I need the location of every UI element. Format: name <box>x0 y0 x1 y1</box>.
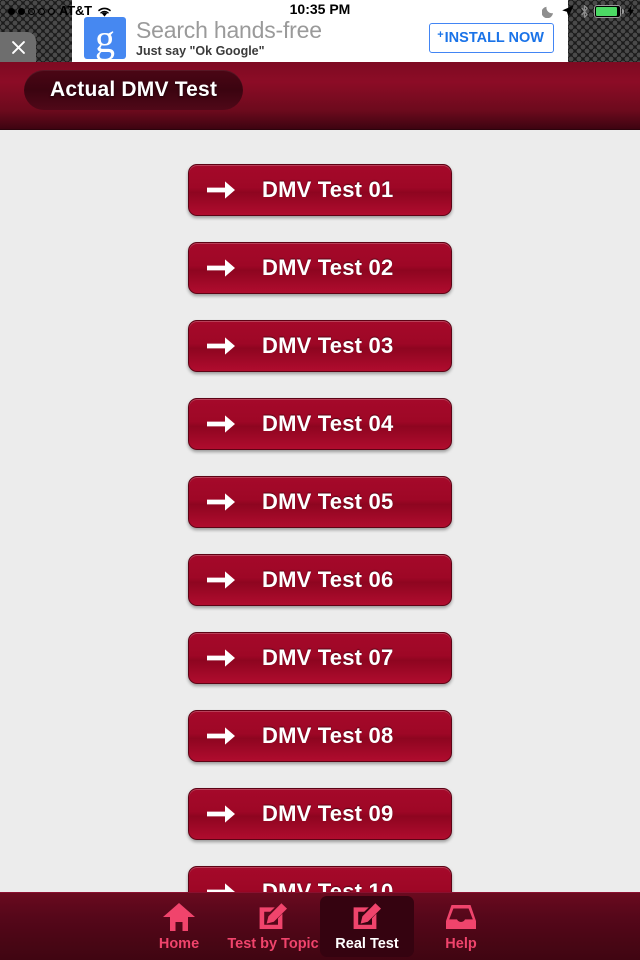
tab-label: Help <box>445 936 477 952</box>
ad-content: g Search hands-free Just say "Ok Google"… <box>72 14 568 62</box>
app-header: Actual DMV Test <box>0 62 640 130</box>
tab-icon <box>162 901 196 933</box>
test-button-09[interactable]: DMV Test 09 <box>188 788 452 840</box>
test-button-label: DMV Test 09 <box>262 801 394 826</box>
ad-text-block: Search hands-free Just say "Ok Google" <box>136 16 429 59</box>
test-button-08[interactable]: DMV Test 08 <box>188 710 452 762</box>
tab-real-test[interactable]: Real Test <box>320 896 414 957</box>
test-button-label: DMV Test 06 <box>262 567 394 592</box>
ad-title: Search hands-free <box>136 16 322 43</box>
test-list[interactable]: DMV Test 01 DMV Test 02 DMV Test 03 DMV Tes… <box>0 130 640 893</box>
compose-icon <box>353 903 381 929</box>
tab-icon <box>257 901 289 933</box>
test-button-02[interactable]: DMV Test 02 <box>188 242 452 294</box>
ad-subtitle: Just say "Ok Google" <box>136 43 265 58</box>
advertisement-banner[interactable]: g Search hands-free Just say "Ok Google"… <box>72 0 568 62</box>
arrow-right-icon <box>207 727 235 745</box>
arrow-right-icon <box>207 181 235 199</box>
arrow-right-icon <box>207 493 235 511</box>
test-button-06[interactable]: DMV Test 06 <box>188 554 452 606</box>
tab-label: Real Test <box>335 936 399 952</box>
tab-test-by-topic[interactable]: Test by Topic <box>226 896 320 957</box>
install-now-label: INSTALL NOW <box>444 30 544 46</box>
home-icon <box>163 903 195 931</box>
test-button-07[interactable]: DMV Test 07 <box>188 632 452 684</box>
install-now-button[interactable]: +INSTALL NOW <box>429 23 554 53</box>
plus-icon: + <box>437 29 444 41</box>
test-button-05[interactable]: DMV Test 05 <box>188 476 452 528</box>
test-button-label: DMV Test 04 <box>262 411 394 436</box>
arrow-right-icon <box>207 649 235 667</box>
tab-label: Home <box>158 936 200 952</box>
tab-home[interactable]: Home <box>132 896 226 957</box>
test-button-label: DMV Test 02 <box>262 255 394 280</box>
test-button-01[interactable]: DMV Test 01 <box>188 164 452 216</box>
tab-help[interactable]: Help <box>414 896 508 957</box>
test-button-03[interactable]: DMV Test 03 <box>188 320 452 372</box>
test-button-10[interactable]: DMV Test 10 <box>188 866 452 893</box>
test-button-label: DMV Test 03 <box>262 333 394 358</box>
tab-label: Test by Topic <box>227 936 319 952</box>
test-button-label: DMV Test 01 <box>262 177 394 202</box>
test-button-label: DMV Test 10 <box>262 879 394 893</box>
arrow-right-icon <box>207 571 235 589</box>
arrow-right-icon <box>207 415 235 433</box>
page-title-label: Actual DMV Test <box>50 78 218 101</box>
test-button-label: DMV Test 05 <box>262 489 394 514</box>
test-button-label: DMV Test 07 <box>262 645 394 670</box>
google-logo-icon: g <box>84 17 126 61</box>
page-title: Actual DMV Test <box>24 70 244 110</box>
test-button-label: DMV Test 08 <box>262 723 394 748</box>
arrow-right-icon <box>207 337 235 355</box>
compose-icon <box>259 903 287 929</box>
inbox-icon <box>446 905 476 929</box>
app-screen: g Search hands-free Just say "Ok Google"… <box>0 0 640 960</box>
close-icon <box>11 40 25 54</box>
close-ad-button[interactable] <box>0 32 36 62</box>
test-button-04[interactable]: DMV Test 04 <box>188 398 452 450</box>
tab-icon <box>351 901 383 933</box>
bottom-tab-bar: Home Test by Topic Real Test Help <box>0 892 640 960</box>
arrow-right-icon <box>207 805 235 823</box>
arrow-right-icon <box>207 259 235 277</box>
tab-icon <box>445 901 477 933</box>
